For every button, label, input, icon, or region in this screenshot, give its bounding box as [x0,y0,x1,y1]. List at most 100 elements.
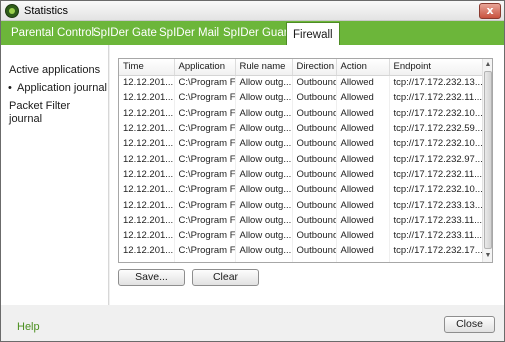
application-cell: C:\Program F... [174,120,236,137]
direction-cell: Outbound [292,136,337,152]
sidebar-item-label: Active applications [9,64,101,76]
application-cell: C:\Program F... [174,197,236,213]
table-row[interactable]: 12.12.201...C:\Program F...Allow outg...… [119,243,484,259]
endpoint-cell: tcp://17.172.233.11... [389,227,484,244]
clear-button[interactable]: Clear [192,269,259,286]
time-cell: 12.12.201... [119,258,175,262]
action-cell: Allowed [336,258,390,262]
table-row[interactable]: 12.12.201...C:\Program F...Allow outg...… [119,197,484,213]
rule-name-cell: Allow outg... [235,243,293,259]
time-cell: 12.12.201... [119,75,175,91]
scroll-down-icon[interactable]: ▼ [483,251,492,261]
application-cell: C:\Program F... [174,166,236,183]
application-cell: C:\Program F... [174,182,236,198]
direction-cell: Outbound [292,166,337,183]
help-link[interactable]: Help [17,321,40,333]
rule-name-cell: Allow outg... [235,90,293,106]
table-row[interactable]: 12.12.201...C:\Windows\...00000000-...Ou… [119,258,484,262]
application-cell: C:\Program F... [174,75,236,91]
application-journal-table: Time Application Rule name Direction Act… [118,58,493,263]
action-cell: Allowed [336,75,390,91]
sidebar-item-active-applications[interactable]: Active applications [9,64,100,77]
column-header-application[interactable]: Application [174,59,236,76]
sidebar-item-packet-filter-journal[interactable]: Packet Filter journal [9,100,105,126]
action-cell: Allowed [336,243,390,259]
rule-name-cell: Allow outg... [235,182,293,198]
endpoint-cell: tcp://17.172.232.59... [389,120,484,137]
tab-parental-control[interactable]: Parental Control [5,21,100,45]
statistics-window: Statistics x Parental Control SpIDer Gat… [0,0,505,342]
close-icon: x [486,4,494,17]
column-header-time[interactable]: Time [119,59,175,76]
table-row[interactable]: 12.12.201...C:\Program F...Allow outg...… [119,227,484,244]
action-cell: Allowed [336,227,390,244]
direction-cell: Outbound [292,151,337,167]
sidebar-item-application-journal[interactable]: • Application journal [8,82,107,95]
direction-cell: Outbound [292,105,337,121]
window-close-button[interactable]: x [479,3,501,19]
application-cell: C:\Program F... [174,105,236,121]
direction-cell: Outbound [292,258,337,262]
vertical-scrollbar[interactable]: ▲ ▼ [482,59,492,262]
table-header-row: Time Application Rule name Direction Act… [119,59,484,76]
endpoint-cell: tcp://17.172.233.11... [389,212,484,228]
table-row[interactable]: 12.12.201...C:\Program F...Allow outg...… [119,166,484,183]
endpoint-cell: tcp://17.172.232.97... [389,151,484,167]
action-cell: Allowed [336,182,390,198]
tab-spider-mail[interactable]: SpIDer Mail [153,21,225,45]
table-row[interactable]: 12.12.201...C:\Program F...Allow outg...… [119,105,484,121]
tab-firewall[interactable]: Firewall [286,22,340,45]
rule-name-cell: Allow outg... [235,197,293,213]
action-cell: Allowed [336,151,390,167]
sidebar-item-label: Packet Filter journal [9,100,71,125]
endpoint-cell: tcp://17.172.232.13... [389,75,484,91]
column-header-direction[interactable]: Direction [292,59,337,76]
spider-logo-icon [5,4,19,18]
direction-cell: Outbound [292,120,337,137]
direction-cell: Outbound [292,212,337,228]
column-header-rule-name[interactable]: Rule name [235,59,293,76]
table-row[interactable]: 12.12.201...C:\Program F...Allow outg...… [119,151,484,167]
time-cell: 12.12.201... [119,243,175,259]
direction-cell: Outbound [292,182,337,198]
save-button[interactable]: Save... [118,269,185,286]
action-cell: Allowed [336,90,390,106]
table-row[interactable]: 12.12.201...C:\Program F...Allow outg...… [119,75,484,91]
application-cell: C:\Program F... [174,136,236,152]
rule-name-cell: Allow outg... [235,151,293,167]
application-cell: C:\Program F... [174,212,236,228]
rule-name-cell: Allow outg... [235,212,293,228]
table-row[interactable]: 12.12.201...C:\Program F...Allow outg...… [119,90,484,106]
scroll-up-icon[interactable]: ▲ [483,60,492,70]
action-cell: Allowed [336,212,390,228]
sidebar-item-label: Application journal [17,82,107,94]
main-panel: Time Application Rule name Direction Act… [110,45,504,305]
time-cell: 12.12.201... [119,166,175,183]
direction-cell: Outbound [292,90,337,106]
column-header-action[interactable]: Action [336,59,390,76]
time-cell: 12.12.201... [119,151,175,167]
tab-spider-gate[interactable]: SpIDer Gate [87,21,163,45]
rule-name-cell: Allow outg... [235,227,293,244]
table-row[interactable]: 12.12.201...C:\Program F...Allow outg...… [119,120,484,137]
application-cell: C:\Program F... [174,227,236,244]
scrollbar-thumb[interactable] [484,71,492,249]
table-row[interactable]: 12.12.201...C:\Program F...Allow outg...… [119,212,484,228]
time-cell: 12.12.201... [119,212,175,228]
time-cell: 12.12.201... [119,90,175,106]
column-header-endpoint[interactable]: Endpoint [389,59,484,76]
table-row[interactable]: 12.12.201...C:\Program F...Allow outg...… [119,136,484,152]
direction-cell: Outbound [292,75,337,91]
endpoint-cell: tcp://17.172.232.10... [389,136,484,152]
title-bar: Statistics x [1,1,504,21]
endpoint-cell: tcp://17.172.232.17... [389,243,484,259]
endpoint-cell: tcp://17.172.232.10... [389,182,484,198]
footer: Help Close [1,305,504,341]
bullet-icon: • [8,82,12,94]
application-cell: C:\Program F... [174,90,236,106]
rule-name-cell: Allow outg... [235,166,293,183]
time-cell: 12.12.201... [119,120,175,137]
table-row[interactable]: 12.12.201...C:\Program F...Allow outg...… [119,182,484,198]
close-button[interactable]: Close [444,316,495,333]
direction-cell: Outbound [292,227,337,244]
